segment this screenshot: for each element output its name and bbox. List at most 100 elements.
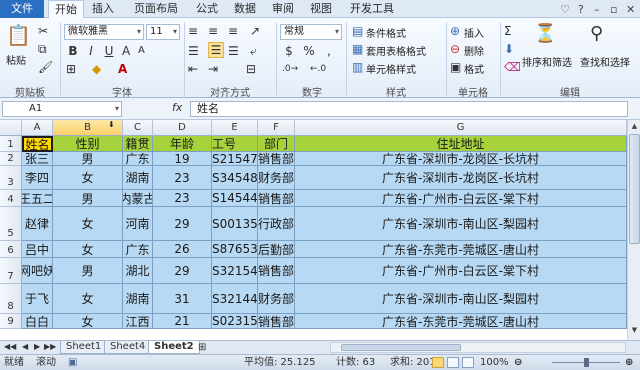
find-select-icon[interactable]: ⚲	[590, 24, 603, 44]
font-name-select[interactable]: 微软雅黑 ▾	[64, 24, 144, 40]
table-cell[interactable]: 后勤部	[258, 241, 295, 258]
format-cells-button[interactable]: 格式	[464, 61, 484, 76]
tab-data[interactable]: 数据	[228, 0, 262, 18]
column-header-g[interactable]: G	[295, 120, 627, 136]
row-header[interactable]: 4	[0, 190, 22, 207]
find-select-button[interactable]: 查找和选择	[580, 54, 630, 69]
table-cell[interactable]: 29	[153, 258, 212, 284]
column-header-e[interactable]: E	[212, 120, 258, 136]
table-cell[interactable]: 王五二	[22, 190, 53, 207]
tab-insert[interactable]: 插入	[86, 0, 120, 18]
paste-icon[interactable]: 📋	[6, 24, 31, 46]
decrease-indent-icon[interactable]: ⇤	[188, 62, 198, 76]
column-header-f[interactable]: F	[258, 120, 295, 136]
wrap-text-icon[interactable]: ⤶	[250, 44, 257, 58]
table-cell[interactable]: 广东省-东莞市-莞城区-唐山村	[295, 314, 627, 329]
table-cell[interactable]: 于飞	[22, 284, 53, 314]
table-cell[interactable]: 江西	[123, 314, 153, 329]
restore-icon[interactable]: ▫	[610, 3, 617, 16]
increase-decimal-icon[interactable]: .0→	[282, 62, 298, 76]
table-cell[interactable]: 销售部	[258, 258, 295, 284]
table-header-cell[interactable]: 住址地址	[295, 136, 627, 152]
tab-view[interactable]: 视图	[304, 0, 338, 18]
table-cell[interactable]: 河南	[123, 207, 153, 241]
tab-file[interactable]: 文件	[0, 0, 44, 18]
table-cell[interactable]: 男	[53, 152, 123, 166]
page-layout-view-icon[interactable]	[447, 357, 459, 368]
tab-home[interactable]: 开始	[48, 0, 84, 19]
horizontal-scrollbar[interactable]	[330, 342, 626, 353]
font-size-select[interactable]: 11 ▾	[146, 24, 180, 40]
row-header[interactable]: 2	[0, 152, 22, 166]
insert-function-icon[interactable]: fx	[172, 101, 182, 114]
borders-icon[interactable]: ⊞	[66, 62, 76, 76]
vertical-scrollbar[interactable]: ▲ ▼	[627, 120, 640, 340]
currency-button[interactable]: $	[282, 44, 296, 58]
table-cell[interactable]: 白白	[22, 314, 53, 329]
cell-styles-icon[interactable]: ▥	[352, 60, 363, 74]
table-header-cell[interactable]: 年龄	[153, 136, 212, 152]
sheet-tab-sheet4[interactable]: Sheet4	[104, 341, 152, 354]
clear-icon[interactable]: ⌫	[504, 60, 521, 74]
tab-review[interactable]: 审阅	[266, 0, 300, 18]
table-header-cell[interactable]: 性别	[53, 136, 123, 152]
comma-button[interactable]: ,	[322, 44, 336, 58]
table-cell[interactable]: 张三	[22, 152, 53, 166]
table-cell[interactable]: S32154	[212, 258, 258, 284]
number-format-select[interactable]: 常规 ▾	[280, 24, 342, 40]
table-cell[interactable]: S34548	[212, 166, 258, 190]
delete-cells-button[interactable]: 删除	[464, 43, 484, 58]
column-header-c[interactable]: C	[123, 120, 153, 136]
paste-button[interactable]: 粘贴	[6, 52, 26, 67]
minimize-icon[interactable]: –	[594, 3, 600, 16]
zoom-level[interactable]: 100%	[480, 355, 509, 370]
sheet-tab-sheet1[interactable]: Sheet1	[60, 341, 108, 354]
fill-icon[interactable]: ⬇	[504, 42, 514, 56]
table-cell[interactable]: 湖南	[123, 166, 153, 190]
table-cell[interactable]: 广东省-深圳市-南山区-梨园村	[295, 207, 627, 241]
select-all-corner[interactable]	[0, 120, 22, 136]
text-orientation-icon[interactable]: ↗	[250, 24, 260, 38]
insert-cells-button[interactable]: 插入	[464, 25, 484, 40]
font-shrink-icon[interactable]: A	[138, 44, 145, 58]
table-cell[interactable]: 广东省-深圳市-南山区-梨园村	[295, 284, 627, 314]
align-middle-icon[interactable]: ≡	[208, 24, 218, 38]
table-cell[interactable]: 31	[153, 284, 212, 314]
page-break-view-icon[interactable]	[462, 357, 474, 368]
table-cell[interactable]: 21	[153, 314, 212, 329]
table-cell[interactable]: S32144	[212, 284, 258, 314]
scroll-up-icon[interactable]: ▲	[628, 122, 640, 130]
decrease-decimal-icon[interactable]: ←.0	[310, 62, 326, 76]
horizontal-scroll-thumb[interactable]	[341, 344, 461, 351]
formula-input[interactable]: 姓名	[190, 101, 628, 117]
table-cell[interactable]: 女	[53, 207, 123, 241]
table-cell[interactable]: 女	[53, 241, 123, 258]
row-header[interactable]: 8	[0, 284, 22, 314]
bold-button[interactable]: B	[66, 44, 80, 58]
close-icon[interactable]: ✕	[626, 3, 635, 16]
table-cell[interactable]: 男	[53, 258, 123, 284]
row-header[interactable]: 5	[0, 207, 22, 241]
font-grow-icon[interactable]: A	[122, 44, 130, 58]
copy-icon[interactable]: ⧉	[38, 42, 47, 56]
table-cell[interactable]: 赵律	[22, 207, 53, 241]
zoom-slider-thumb[interactable]	[584, 358, 589, 367]
row-header[interactable]: 6	[0, 241, 22, 258]
table-cell[interactable]: 广东	[123, 152, 153, 166]
vertical-scroll-thumb[interactable]	[629, 134, 640, 244]
zoom-in-icon[interactable]: ⊕	[625, 355, 633, 370]
help-circle-icon[interactable]: ♡	[560, 3, 570, 16]
delete-cells-icon[interactable]: ⊖	[450, 42, 460, 56]
worksheet-grid[interactable]: A B C D E F G 1 姓名 性别 籍贯 年龄 工号 部门 住址地址 2 张三男广东 19 S21547 销售…	[0, 120, 627, 340]
align-top-icon[interactable]: ≡	[188, 24, 198, 38]
insert-cells-icon[interactable]: ⊕	[450, 24, 460, 38]
table-cell[interactable]: 广东省-深圳市-龙岗区-长坑村	[295, 152, 627, 166]
normal-view-icon[interactable]	[432, 357, 444, 368]
table-cell[interactable]: 23	[153, 166, 212, 190]
name-box[interactable]: A1 ▾	[2, 101, 122, 117]
table-cell[interactable]: 26	[153, 241, 212, 258]
table-header-cell[interactable]: 籍贯	[123, 136, 153, 152]
table-header-cell[interactable]: 姓名	[22, 136, 53, 152]
table-cell[interactable]: 男	[53, 190, 123, 207]
conditional-format-button[interactable]: 条件格式	[366, 25, 406, 40]
